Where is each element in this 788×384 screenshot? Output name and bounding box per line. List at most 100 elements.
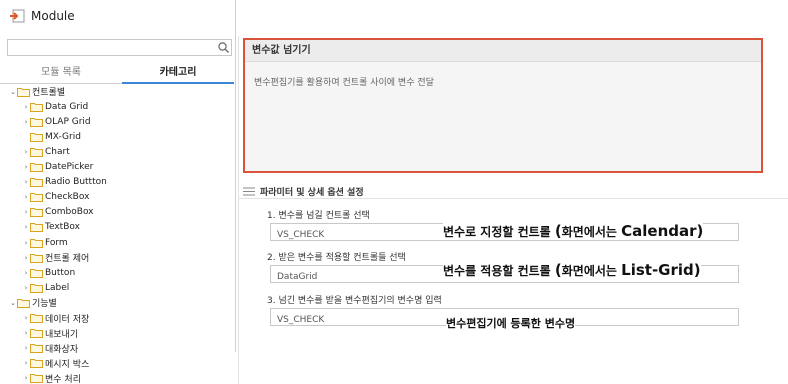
- annotation-text: 변수를 적용할 컨트롤: [443, 264, 555, 278]
- divider: [238, 198, 788, 199]
- tree-item-label: MX-Grid: [45, 131, 81, 142]
- tree-item-label: 기능별: [32, 299, 57, 310]
- tree-item[interactable]: › 변수 처리: [22, 371, 81, 384]
- chevron-right-icon[interactable]: ›: [22, 103, 30, 111]
- tree-item[interactable]: › Form: [22, 235, 68, 250]
- tree-item[interactable]: MX-Grid: [22, 129, 81, 144]
- sidebar-tabs: 모듈 목록 카테고리: [0, 64, 237, 84]
- tree-item-label: 내보내기: [45, 329, 79, 340]
- sidebar: 모듈 목록 카테고리 ⌄ 컨트롤별 › Data Grid › OLAP Grid MX-G…: [0, 32, 237, 384]
- annotation-text: 화면에서는: [561, 264, 622, 278]
- folder-icon: [30, 283, 43, 293]
- folder-icon: [30, 132, 43, 142]
- tree-item-label: 대화상자: [45, 344, 79, 355]
- chevron-right-icon[interactable]: ›: [22, 239, 30, 247]
- folder-icon: [30, 268, 43, 278]
- tree-item[interactable]: › Data Grid: [22, 99, 88, 114]
- tree-item-label: 데이터 저장: [45, 314, 90, 325]
- folder-icon: [30, 222, 43, 233]
- folder-icon: [30, 162, 43, 172]
- folder-icon: [30, 313, 43, 323]
- params-section-title: 파라미터 및 상세 옵션 설정: [260, 187, 364, 198]
- tree-item[interactable]: › TextBox: [22, 220, 80, 235]
- tree-item-label: CheckBox: [45, 192, 90, 203]
- annotation-text: 화면에서는: [561, 225, 622, 239]
- chevron-right-icon[interactable]: ›: [22, 374, 30, 382]
- tree-item-label: OLAP Grid: [45, 116, 91, 127]
- folder-icon: [30, 343, 43, 354]
- chevron-right-icon[interactable]: ›: [22, 163, 30, 171]
- chevron-right-icon[interactable]: ›: [22, 269, 30, 277]
- search-input[interactable]: [7, 39, 232, 56]
- annotation-text: (: [554, 222, 562, 240]
- tree-item[interactable]: › DatePicker: [22, 160, 93, 175]
- tree-item[interactable]: › CheckBox: [22, 190, 89, 205]
- module-icon: [10, 9, 25, 23]
- tree-item[interactable]: › 내보내기: [22, 326, 78, 341]
- tree-item[interactable]: › OLAP Grid: [22, 114, 91, 129]
- tree-item-label: ComboBox: [45, 207, 94, 218]
- tree-item-label: DatePicker: [45, 162, 94, 172]
- folder-icon: [30, 328, 43, 339]
- category-tree: ⌄ 컨트롤별 › Data Grid › OLAP Grid MX-Grid › Chart › D…: [0, 84, 237, 384]
- tree-item-label: 메시지 박스: [45, 359, 90, 370]
- chevron-right-icon[interactable]: ›: [22, 359, 30, 367]
- tree-item-label: Form: [45, 237, 68, 248]
- tree-item-label: Radio Buttton: [45, 177, 107, 188]
- folder-icon: [17, 87, 30, 97]
- folder-icon: [17, 298, 30, 308]
- param-label-1: 1. 변수를 넘길 컨트롤 선택: [267, 211, 370, 221]
- list-icon: [243, 187, 255, 195]
- chevron-right-icon[interactable]: ›: [22, 148, 30, 156]
- tree-item[interactable]: › ComboBox: [22, 205, 94, 220]
- folder-icon: [30, 177, 43, 188]
- annotation-source-control: 변수로 지정할 컨트롤 (화면에서는 Calendar): [443, 222, 704, 240]
- tree-item[interactable]: › 데이터 저장: [22, 311, 89, 326]
- folder-icon: [30, 192, 43, 203]
- tree-item[interactable]: › 대화상자: [22, 341, 78, 356]
- chevron-right-icon[interactable]: ›: [22, 118, 30, 126]
- tab-module-list[interactable]: 모듈 목록: [0, 64, 122, 84]
- annotation-target-controls: 변수를 적용할 컨트롤 (화면에서는 List-Grid): [443, 261, 701, 279]
- tree-item[interactable]: › Button: [22, 265, 75, 280]
- chevron-right-icon[interactable]: ›: [22, 178, 30, 186]
- chevron-down-icon[interactable]: ⌄: [9, 88, 17, 96]
- module-description-text: 변수편집기를 활용하여 컨트롤 사이에 변수 전달: [254, 78, 434, 88]
- tree-item[interactable]: › Label: [22, 280, 69, 295]
- chevron-right-icon[interactable]: ›: [22, 284, 30, 292]
- divider: [235, 0, 236, 352]
- search-icon[interactable]: [217, 40, 230, 55]
- annotation-text: (: [554, 261, 562, 279]
- chevron-right-icon[interactable]: ›: [22, 208, 30, 216]
- folder-icon: [30, 358, 43, 369]
- folder-icon: [30, 117, 43, 127]
- chevron-right-icon[interactable]: ›: [22, 329, 30, 337]
- chevron-right-icon[interactable]: ›: [22, 193, 30, 201]
- tab-category[interactable]: 카테고리: [122, 64, 234, 84]
- annotation-text: List-Grid): [621, 261, 701, 279]
- param-label-2: 2. 받은 변수를 적용할 컨트롤들 선택: [267, 253, 406, 263]
- tree-item-label: Data Grid: [45, 101, 89, 112]
- chevron-right-icon[interactable]: ›: [22, 254, 30, 262]
- chevron-right-icon[interactable]: ›: [22, 344, 30, 352]
- tree-item[interactable]: ⌄ 기능별: [9, 295, 57, 310]
- tree-item[interactable]: › 메시지 박스: [22, 356, 89, 371]
- chevron-down-icon[interactable]: ⌄: [9, 299, 17, 307]
- tree-item[interactable]: ⌄ 컨트롤별: [9, 84, 65, 99]
- tree-item[interactable]: › Chart: [22, 144, 70, 159]
- folder-icon: [30, 147, 43, 157]
- tree-item[interactable]: › 컨트롤 제어: [22, 250, 89, 265]
- folder-icon: [30, 238, 43, 248]
- tree-item-label: 변수 처리: [45, 374, 81, 384]
- folder-icon: [30, 102, 43, 112]
- tree-item-label: 컨트롤별: [32, 88, 66, 98]
- params-section-header: 파라미터 및 상세 옵션 설정: [243, 183, 364, 199]
- module-title: 변수값 넘기기: [245, 40, 761, 62]
- chevron-right-icon[interactable]: ›: [22, 314, 30, 322]
- tree-item-label: 컨트롤 제어: [45, 254, 90, 265]
- title-bar: Module: [0, 0, 788, 32]
- annotation-text: Calendar): [621, 222, 704, 240]
- chevron-right-icon[interactable]: ›: [22, 223, 30, 231]
- tree-item[interactable]: › Radio Buttton: [22, 175, 107, 190]
- tree-item-label: TextBox: [45, 222, 80, 233]
